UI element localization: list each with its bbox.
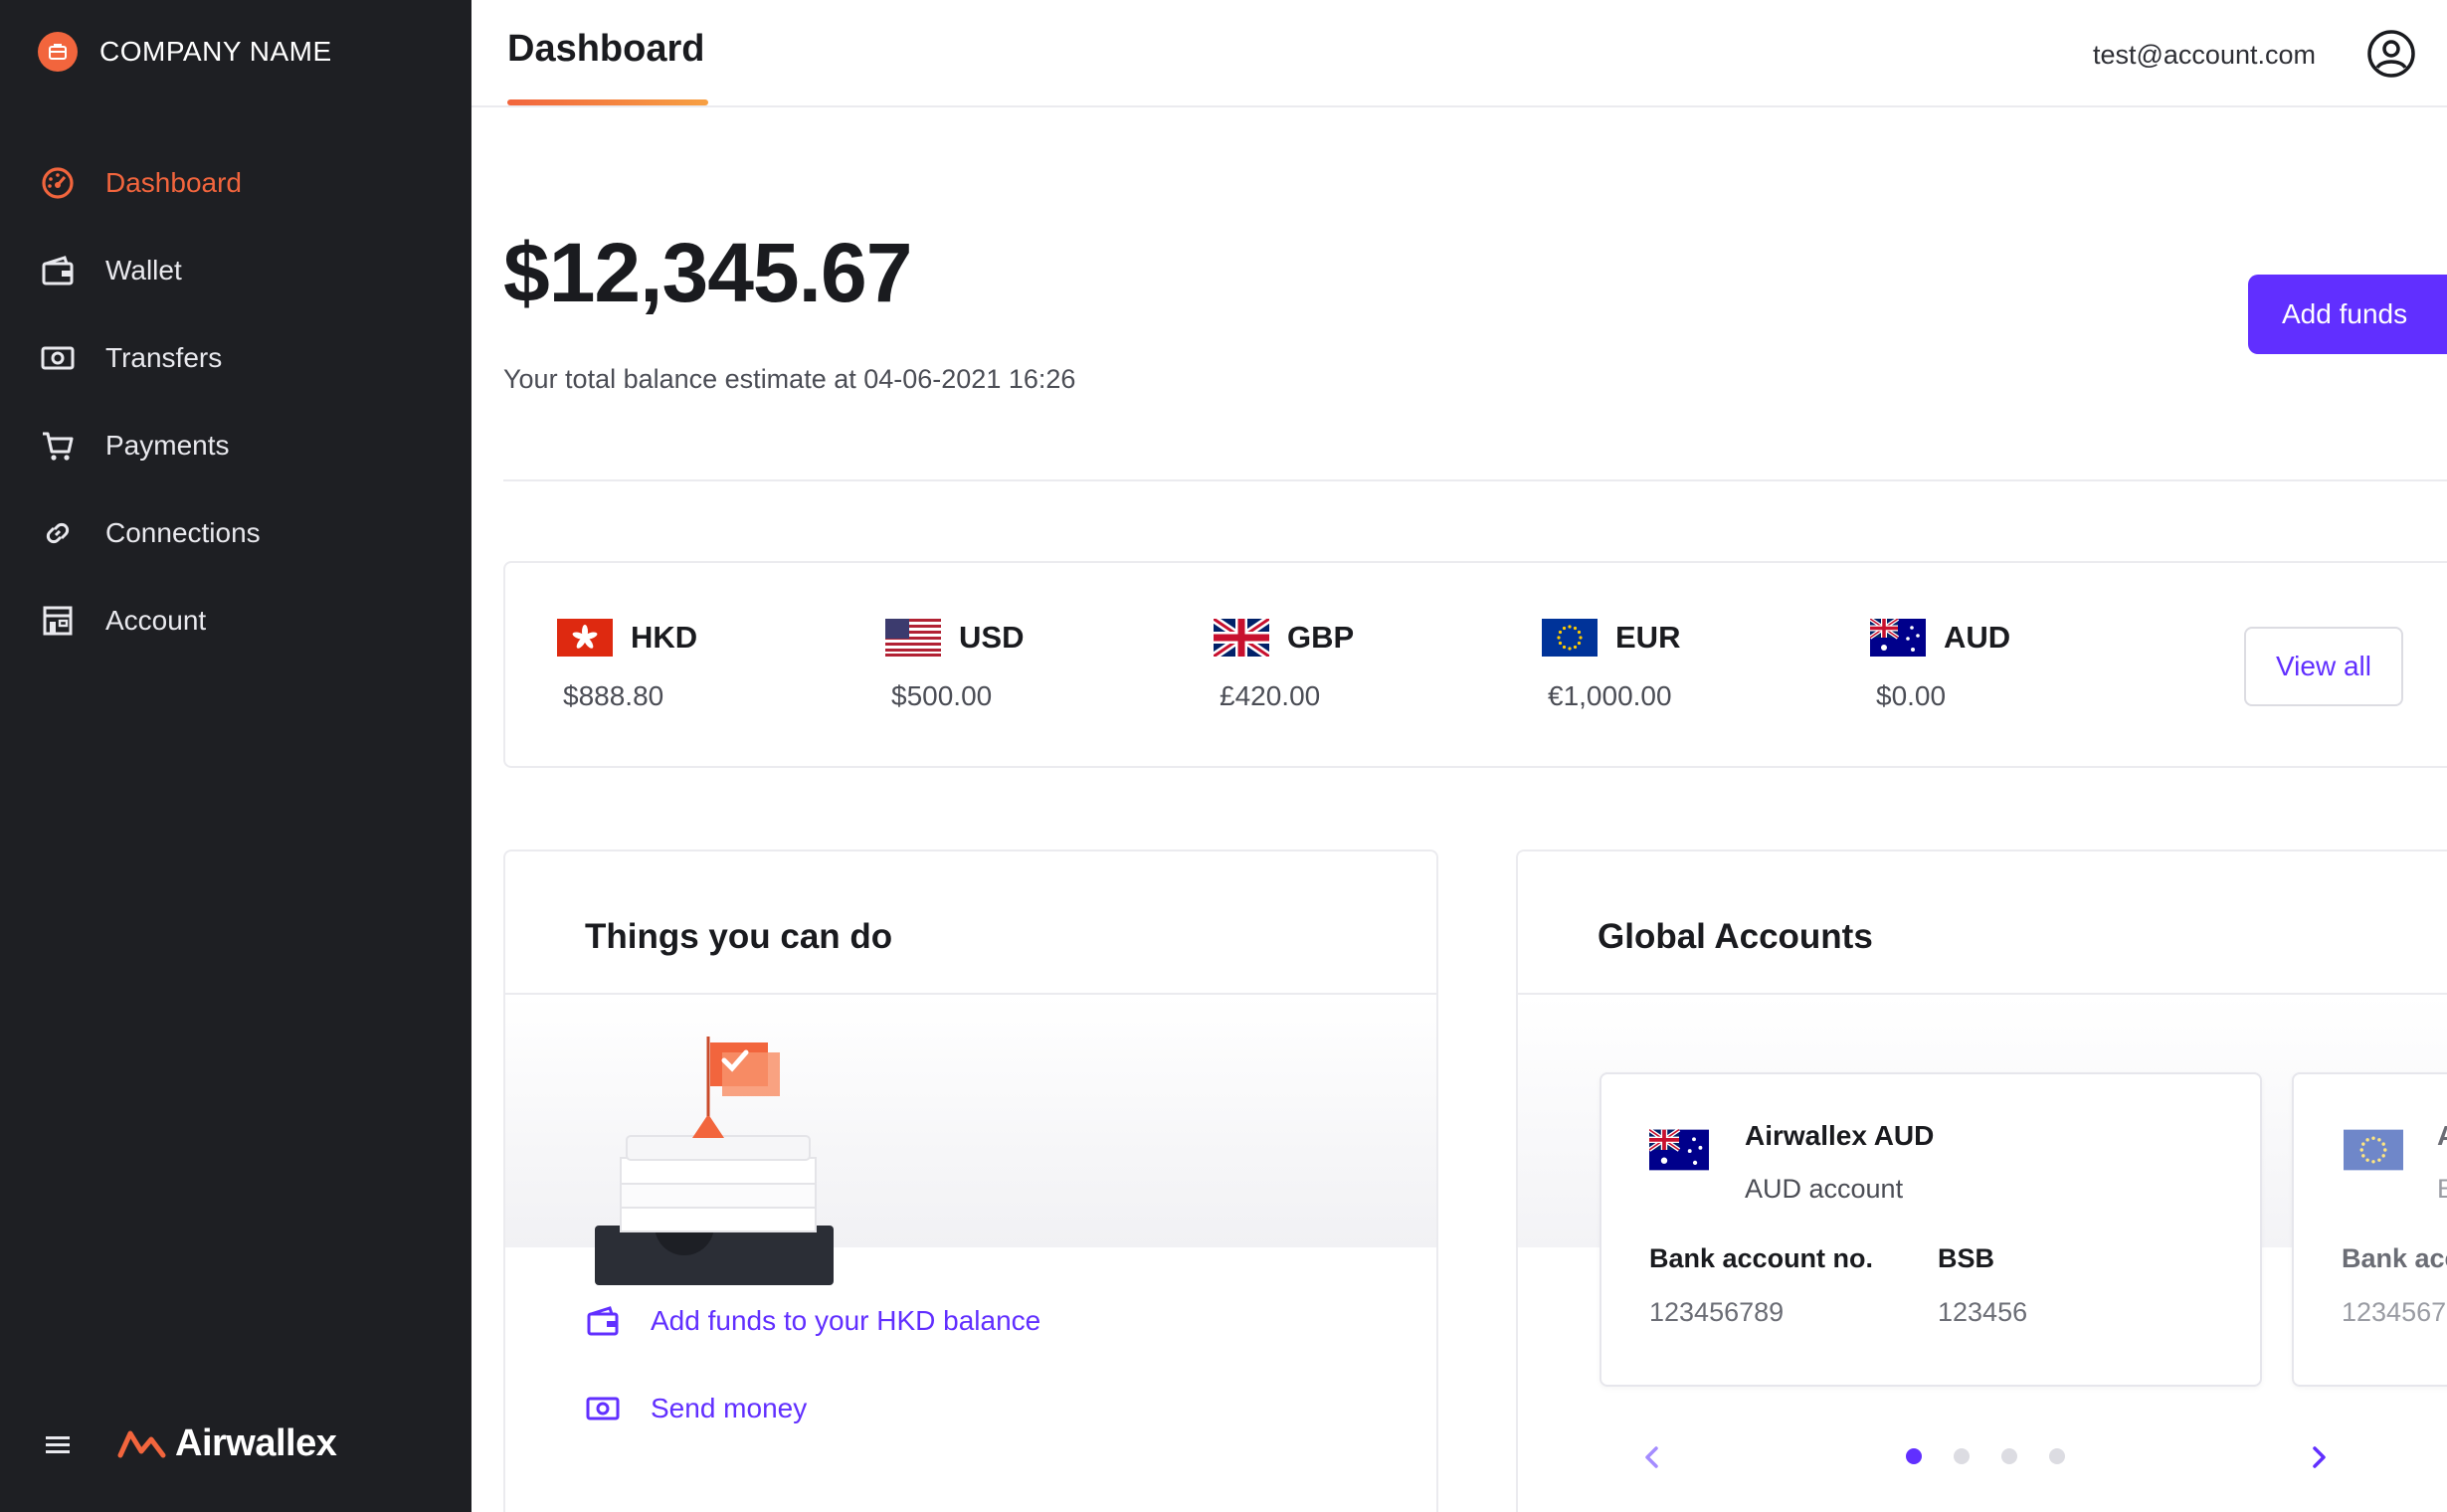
field-label: Bank acc (2342, 1243, 2447, 1273)
account-name: A (2437, 1120, 2447, 1152)
sidebar-item-label: Payments (105, 430, 230, 461)
section-divider (503, 479, 2447, 481)
account-name: Airwallex AUD (1745, 1120, 1935, 1151)
pagination-dot[interactable] (1906, 1448, 1922, 1464)
currency-eur[interactable]: EUR €1,000.00 (1542, 619, 1680, 712)
currency-amount: $0.00 (1876, 680, 1947, 711)
total-balance: $12,345.67 (503, 226, 912, 319)
currency-code: USD (959, 620, 1025, 655)
currency-amount: $888.80 (563, 680, 664, 711)
company-switcher[interactable]: COMPANY NAME (38, 32, 332, 72)
view-all-button[interactable]: View all (2244, 627, 2403, 706)
action-label: Add funds to your HKD balance (651, 1305, 1041, 1336)
inbox-flag-illustration (595, 1037, 834, 1285)
balance-caption: Your total balance estimate at 04-06-202… (503, 364, 1076, 394)
currency-code: AUD (1944, 620, 2011, 655)
panel-title: Things you can do (585, 917, 893, 956)
field-label: BSB (1938, 1243, 1995, 1273)
link-icon (38, 513, 78, 553)
sidebar-item-wallet[interactable]: Wallet (0, 227, 471, 314)
company-logo-icon (38, 32, 78, 72)
currency-balances-card: HKD $888.80 USD $500.00 GBP £420.00 EUR … (503, 561, 2447, 768)
currency-aud[interactable]: AUD $0.00 (1870, 619, 2010, 712)
global-accounts-panel: Global Accounts Airwallex AUD AUD accoun… (1516, 850, 2447, 1512)
global-account-card[interactable]: Airwallex AUD AUD account Bank account n… (1600, 1072, 2262, 1387)
sidebar-item-connections[interactable]: Connections (0, 489, 471, 577)
currency-amount: €1,000.00 (1548, 680, 1672, 711)
carousel-next-chevron-icon[interactable] (2304, 1442, 2334, 1472)
action-label: Send money (651, 1393, 808, 1423)
active-tab-underline (507, 99, 708, 105)
australia-flag-icon (1870, 619, 1926, 657)
currency-code: HKD (631, 620, 698, 655)
brand-name: Airwallex (175, 1422, 337, 1464)
currency-amount: $500.00 (891, 680, 993, 711)
hong-kong-flag-icon (557, 619, 613, 657)
sidebar: COMPANY NAME Dashboard Wallet Transfers … (0, 0, 471, 1512)
panel-title: Global Accounts (1598, 917, 1873, 956)
dashboard-gauge-icon (38, 163, 78, 203)
add-funds-button[interactable]: Add funds (2248, 275, 2447, 354)
us-flag-icon (885, 619, 941, 657)
sidebar-item-label: Transfers (105, 342, 223, 373)
field-value: 1234567 (2342, 1297, 2447, 1327)
australia-flag-icon (1649, 1128, 1709, 1171)
user-email: test@account.com (2092, 40, 2316, 70)
add-funds-hkd-action[interactable]: Add funds to your HKD balance (585, 1303, 1040, 1339)
currency-usd[interactable]: USD $500.00 (885, 619, 1024, 712)
carousel-prev-chevron-icon[interactable] (1637, 1442, 1667, 1472)
account-type: AUD account (1745, 1174, 1904, 1204)
company-name: COMPANY NAME (99, 36, 332, 67)
cart-icon (38, 426, 78, 466)
currency-hkd[interactable]: HKD $888.80 (557, 619, 697, 712)
wallet-icon (38, 251, 78, 290)
eu-flag-icon (1542, 619, 1598, 657)
storefront-icon (38, 601, 78, 641)
carousel-pagination (1906, 1448, 2065, 1464)
field-label: Bank account no. (1649, 1243, 1874, 1273)
sidebar-nav: Dashboard Wallet Transfers Payments Conn… (0, 139, 471, 664)
field-value: 123456 (1938, 1297, 2028, 1327)
hamburger-menu-icon[interactable] (38, 1424, 78, 1464)
global-account-card[interactable]: A E Bank acc 1234567 (2292, 1072, 2447, 1387)
airwallex-logo: Airwallex (117, 1422, 337, 1465)
page-title: Dashboard (507, 28, 705, 70)
eu-flag-icon (2344, 1129, 2403, 1171)
sidebar-item-label: Wallet (105, 255, 182, 285)
user-profile-icon[interactable] (2365, 28, 2417, 80)
things-you-can-do-panel: Things you can do Add funds to your HKD … (503, 850, 1438, 1512)
banknote-icon (38, 338, 78, 378)
top-header: Dashboard test@account.com (471, 0, 2447, 107)
send-money-action[interactable]: Send money (585, 1391, 807, 1426)
sidebar-item-account[interactable]: Account (0, 577, 471, 664)
banknote-icon (585, 1391, 621, 1426)
sidebar-item-label: Dashboard (105, 167, 242, 198)
uk-flag-icon (1214, 619, 1269, 657)
pagination-dot[interactable] (2049, 1448, 2065, 1464)
currency-code: GBP (1287, 620, 1355, 655)
sidebar-item-dashboard[interactable]: Dashboard (0, 139, 471, 227)
currency-amount: £420.00 (1220, 680, 1321, 711)
airwallex-mark-icon (117, 1430, 166, 1457)
currency-code: EUR (1615, 620, 1681, 655)
sidebar-footer: Airwallex (38, 1422, 337, 1465)
pagination-dot[interactable] (2001, 1448, 2017, 1464)
sidebar-item-label: Connections (105, 517, 261, 548)
field-value: 123456789 (1649, 1297, 1785, 1327)
sidebar-item-payments[interactable]: Payments (0, 402, 471, 489)
pagination-dot[interactable] (1954, 1448, 1970, 1464)
sidebar-item-label: Account (105, 605, 207, 636)
currency-gbp[interactable]: GBP £420.00 (1214, 619, 1354, 712)
account-type: E (2437, 1174, 2447, 1205)
sidebar-item-transfers[interactable]: Transfers (0, 314, 471, 402)
wallet-icon (585, 1303, 621, 1339)
